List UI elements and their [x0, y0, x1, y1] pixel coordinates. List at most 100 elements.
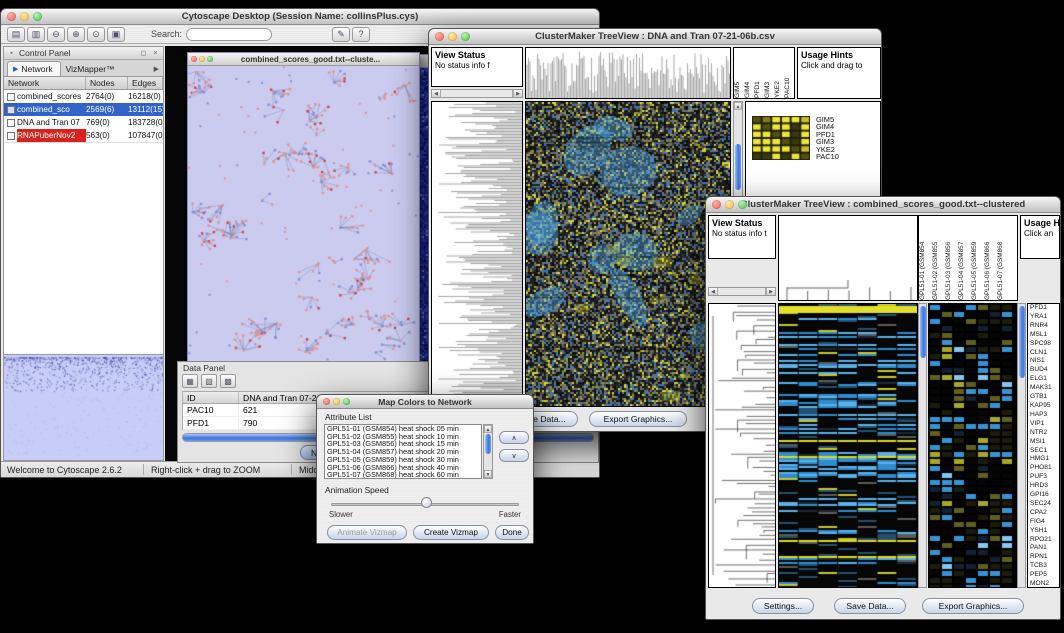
network-view-canvas[interactable] [188, 66, 419, 367]
gene-label[interactable]: MSL1 [1028, 331, 1059, 340]
dna-column-label[interactable]: PAC10 [784, 48, 794, 98]
combined-action-button[interactable]: Save Data... [834, 598, 906, 614]
gene-label[interactable]: PFD1 [1028, 304, 1059, 313]
gene-label[interactable]: CPA2 [1028, 509, 1059, 518]
matrix-gene-label[interactable]: PAC10 [816, 153, 839, 160]
zoom-in-icon[interactable]: ⊕ [67, 27, 85, 42]
gene-label[interactable]: PEP5 [1028, 571, 1059, 580]
experiment-column-label[interactable]: GPL51-01 (GSM854 [919, 216, 932, 300]
gene-label[interactable]: MSI1 [1028, 438, 1059, 447]
experiment-column-label[interactable]: GPL51-04 (GSM857 [958, 216, 971, 300]
network-view-frame-1[interactable]: combined_scores_good.txt--cluste... [187, 52, 420, 368]
gene-label[interactable]: HAP3 [1028, 411, 1059, 420]
zoom-button[interactable] [33, 12, 42, 21]
combined-column-dendrogram[interactable] [778, 215, 918, 301]
combined-mini-hscrollbar[interactable]: ◀▶ [708, 287, 776, 296]
dna-row-dendrogram[interactable] [431, 101, 523, 407]
gene-label[interactable]: CLN1 [1028, 349, 1059, 358]
gene-label[interactable]: FIG4 [1028, 518, 1059, 527]
dna-column-label[interactable]: PFD1 [754, 48, 764, 98]
gene-label[interactable]: SEC1 [1028, 447, 1059, 456]
minimize-button[interactable] [20, 12, 29, 21]
network-list-row[interactable]: DNA and Tran 07 769(0) 183728(0) [4, 116, 163, 129]
gene-label[interactable]: BUD4 [1028, 366, 1059, 375]
combined-vscrollbar-2[interactable] [1017, 303, 1026, 588]
dialog-action-button[interactable]: Done [495, 525, 529, 540]
tab-vizmapper[interactable]: VizMapper™ [61, 62, 122, 76]
minimize-button[interactable] [448, 32, 457, 41]
gene-label[interactable]: VIP1 [1028, 420, 1059, 429]
combined-action-button[interactable]: Settings... [752, 598, 814, 614]
minimize-button[interactable] [333, 398, 340, 405]
close-button[interactable] [712, 200, 721, 209]
network-list-row[interactable]: combined_sco 2569(6) 13112(15) [4, 103, 163, 116]
gene-label[interactable]: MON2 [1028, 580, 1059, 588]
dna-column-label[interactable]: GIM3 [764, 48, 774, 98]
gene-label[interactable]: YSH1 [1028, 527, 1059, 536]
gene-label[interactable]: SPC98 [1028, 340, 1059, 349]
gene-label[interactable]: ELG1 [1028, 375, 1059, 384]
zoom-button[interactable] [343, 398, 350, 405]
gene-label[interactable]: YRA1 [1028, 313, 1059, 322]
gene-label[interactable]: GTB1 [1028, 393, 1059, 402]
select-attributes-icon[interactable]: ▧ [201, 374, 217, 388]
save-session-icon[interactable]: ▥ [27, 27, 45, 42]
zoom-button[interactable] [738, 200, 747, 209]
combined-title-bar[interactable]: ClusterMaker TreeView : combined_scores_… [706, 197, 1060, 213]
help-icon[interactable]: ? [352, 27, 370, 42]
network-overview-thumbnail[interactable] [4, 354, 163, 460]
tab-network[interactable]: ▶ Network [7, 61, 61, 76]
minimize-button[interactable] [725, 200, 734, 209]
dna-column-dendrogram[interactable] [525, 47, 731, 99]
gene-label[interactable]: HMG1 [1028, 455, 1059, 464]
gene-label[interactable]: NTR2 [1028, 429, 1059, 438]
combined-action-button[interactable]: Export Graphics... [922, 598, 1024, 614]
dna-mini-hscrollbar[interactable]: ◀▶ [431, 89, 523, 98]
experiment-column-label[interactable]: GPL51-06 (GSM866 [984, 216, 997, 300]
search-input[interactable] [186, 28, 272, 41]
dialog-action-button[interactable]: Create Vizmap [413, 525, 489, 540]
close-button[interactable] [323, 398, 330, 405]
gene-label[interactable]: RPO21 [1028, 536, 1059, 545]
dialog-title-bar[interactable]: Map Colors to Network [317, 395, 533, 409]
network-list-row[interactable]: RNAPuberNov2 563(0) 107847(0) [4, 129, 163, 142]
attribute-list-scrollbar[interactable]: ▲ ▼ [483, 424, 493, 479]
gene-label[interactable]: GPI16 [1028, 491, 1059, 500]
attribute-list-item[interactable]: GPL51-07 (GSM868) heat shock 60 min [325, 471, 481, 479]
dna-title-bar[interactable]: ClusterMaker TreeView : DNA and Tran 07-… [429, 29, 881, 45]
experiment-column-label[interactable]: GPL51-07 (GSM868 [997, 216, 1010, 300]
experiment-column-label[interactable]: GPL51-05 (GSM859 [971, 216, 984, 300]
attribute-table-icon[interactable]: ▦ [182, 374, 198, 388]
move-attribute-down-button[interactable]: ∨ [499, 449, 529, 462]
gene-label[interactable]: PAN1 [1028, 544, 1059, 553]
network-list-row[interactable]: combined_scores 2764(0) 16218(0) [4, 90, 163, 103]
frame-minimize-button[interactable] [199, 56, 205, 62]
experiment-column-label[interactable]: GPL51-02 (GSM855 [932, 216, 945, 300]
gene-label[interactable]: HRD3 [1028, 482, 1059, 491]
frame-close-button[interactable] [191, 56, 197, 62]
gene-label[interactable]: RNR4 [1028, 322, 1059, 331]
annotation-icon[interactable]: ✎ [332, 27, 350, 42]
combined-heatmap[interactable] [778, 303, 918, 588]
zoom-button[interactable] [461, 32, 470, 41]
gene-label[interactable]: PUF3 [1028, 473, 1059, 482]
float-panel-icon[interactable]: ◻ [139, 49, 148, 57]
gene-label[interactable]: SEC24 [1028, 500, 1059, 509]
gene-label[interactable]: KAP95 [1028, 402, 1059, 411]
zoom-out-icon[interactable]: ⊖ [47, 27, 65, 42]
zoom-fit-icon[interactable]: ⊙ [87, 27, 105, 42]
close-button[interactable] [7, 12, 16, 21]
zoom-selected-icon[interactable]: ▣ [107, 27, 125, 42]
open-session-icon[interactable]: ▤ [7, 27, 25, 42]
gene-label[interactable]: PHO81 [1028, 464, 1059, 473]
prefoldin-correlation-matrix[interactable] [752, 116, 810, 160]
move-attribute-up-button[interactable]: ∧ [499, 431, 529, 444]
gene-label[interactable]: NIS1 [1028, 357, 1059, 366]
gene-label[interactable]: MAK31 [1028, 384, 1059, 393]
gene-label[interactable]: TCB3 [1028, 562, 1059, 571]
close-button[interactable] [435, 32, 444, 41]
combined-vscrollbar-1[interactable] [918, 303, 927, 588]
dna-column-label[interactable]: GIM5 [734, 48, 744, 98]
main-title-bar[interactable]: Cytoscape Desktop (Session Name: collins… [1, 9, 599, 25]
animation-speed-slider-thumb[interactable] [421, 497, 432, 508]
